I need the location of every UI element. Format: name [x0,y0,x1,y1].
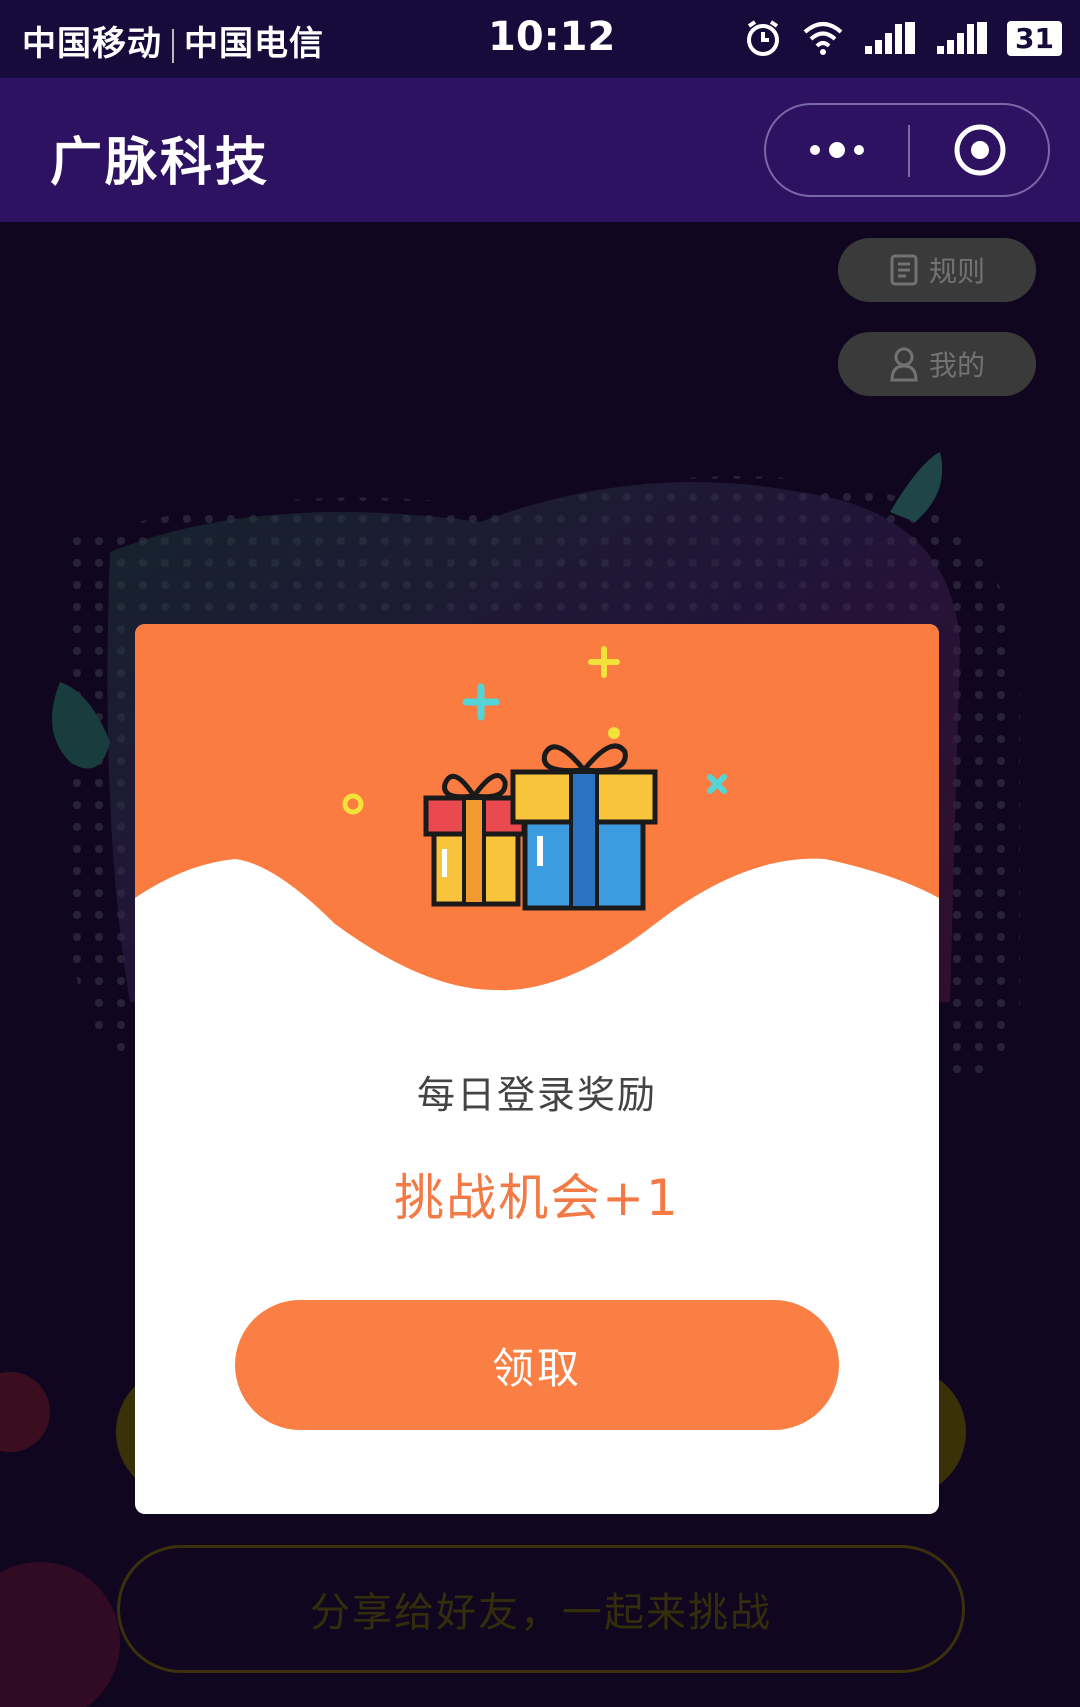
daily-reward-modal: 每日登录奖励 挑战机会+1 领取 [135,624,939,1514]
mini-program-capsule [764,103,1050,197]
status-bar: 中国移动 中国电信 10:12 31 [0,0,1080,78]
carrier-labels: 中国移动 中国电信 [22,16,324,65]
alarm-icon [747,20,780,56]
claim-button[interactable]: 领取 [235,1300,839,1430]
reward-value: 挑战机会+1 [394,1169,680,1227]
carrier-2: 中国电信 [184,24,324,64]
signal-icon-2 [937,22,988,54]
signal-icon-1 [865,22,916,54]
page-title: 广脉科技 [50,133,271,193]
wifi-icon [803,22,843,55]
more-button[interactable] [766,105,908,195]
status-time: 10:12 [488,14,616,60]
carrier-divider [172,28,174,63]
more-dots-icon [810,142,864,158]
large-gift-icon [510,743,658,911]
carrier-1: 中国移动 [22,24,162,64]
modal-header-illustration [135,624,939,991]
reward-label: 每日登录奖励 [416,1073,657,1117]
close-button[interactable] [910,105,1050,195]
target-close-icon [954,124,1006,176]
battery-level: 31 [1007,20,1062,56]
status-icons: 31 [743,18,1062,58]
nav-bar: 广脉科技 [0,78,1080,222]
